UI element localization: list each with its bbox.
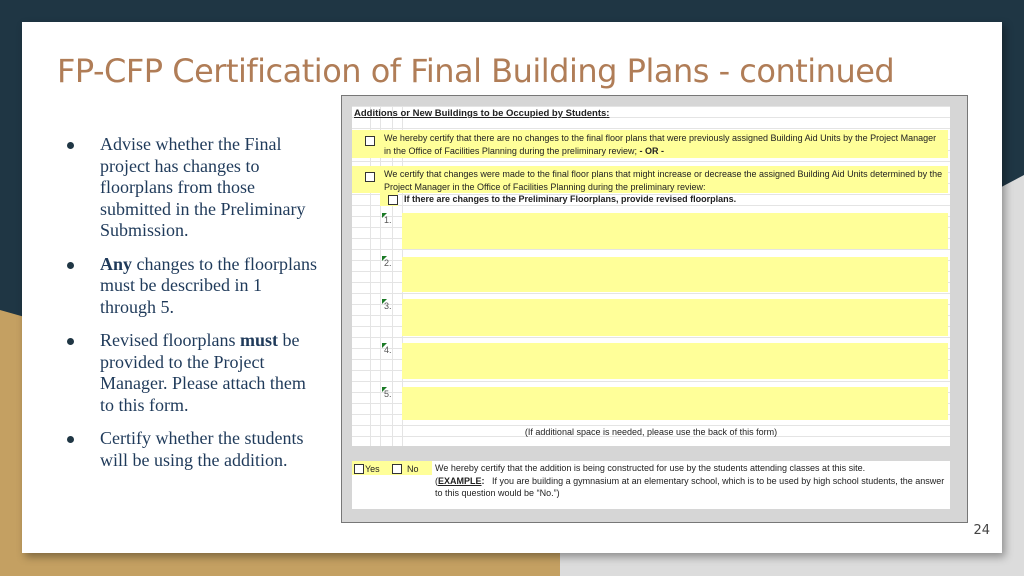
yes-checkbox[interactable] bbox=[354, 464, 364, 474]
yes-no-group: Yes No bbox=[352, 461, 432, 475]
bullet-list: Advise whether the Final project has cha… bbox=[62, 134, 322, 483]
comment-marker-icon bbox=[382, 343, 387, 348]
answer-field-1[interactable] bbox=[402, 213, 948, 249]
answer-number: 2. bbox=[382, 256, 392, 268]
bullet-dot-icon bbox=[67, 338, 74, 345]
answer-field-5[interactable] bbox=[402, 387, 948, 420]
comment-marker-icon bbox=[382, 213, 387, 218]
answer-number: 5. bbox=[382, 387, 392, 399]
bullet-item: Revised floorplans must be provided to t… bbox=[62, 330, 322, 416]
bullet-item: Any changes to the floorplans must be de… bbox=[62, 254, 322, 319]
slide-title: FP-CFP Certification of Final Building P… bbox=[57, 52, 895, 90]
no-changes-checkbox[interactable] bbox=[365, 136, 375, 146]
comment-marker-icon bbox=[382, 299, 387, 304]
answer-field-3[interactable] bbox=[402, 299, 948, 336]
slide: FP-CFP Certification of Final Building P… bbox=[22, 22, 1002, 553]
answer-number: 3. bbox=[382, 299, 392, 311]
no-checkbox[interactable] bbox=[392, 464, 402, 474]
bullet-dot-icon bbox=[67, 142, 74, 149]
bullet-dot-icon bbox=[67, 261, 74, 269]
revised-floorplans-checkbox[interactable] bbox=[388, 195, 398, 205]
answer-number: 4. bbox=[382, 343, 392, 355]
form-screenshot: Additions or New Buildings to be Occupie… bbox=[341, 95, 968, 523]
form-sheet-usage: Yes No We hereby certify that the additi… bbox=[352, 461, 950, 509]
comment-marker-icon bbox=[382, 387, 387, 392]
bullet-item: Advise whether the Final project has cha… bbox=[62, 134, 322, 242]
option-changes-row: We certify that changes were made to the… bbox=[352, 166, 948, 193]
additional-space-note: (If additional space is needed, please u… bbox=[524, 427, 778, 437]
form-heading: Additions or New Buildings to be Occupie… bbox=[354, 108, 610, 119]
answer-number: 1. bbox=[382, 213, 392, 225]
answer-field-4[interactable] bbox=[402, 343, 948, 379]
option-no-changes-row: We hereby certify that there are no chan… bbox=[352, 130, 948, 158]
answer-field-2[interactable] bbox=[402, 257, 948, 292]
bullet-dot-icon bbox=[67, 436, 74, 443]
changes-made-checkbox[interactable] bbox=[365, 172, 375, 182]
comment-marker-icon bbox=[382, 256, 387, 261]
form-sheet: Additions or New Buildings to be Occupie… bbox=[352, 106, 950, 446]
page-number: 24 bbox=[973, 523, 990, 538]
certify-text: We hereby certify that the addition is b… bbox=[435, 463, 945, 498]
bullet-item: Certify whether the students will be usi… bbox=[62, 428, 322, 471]
